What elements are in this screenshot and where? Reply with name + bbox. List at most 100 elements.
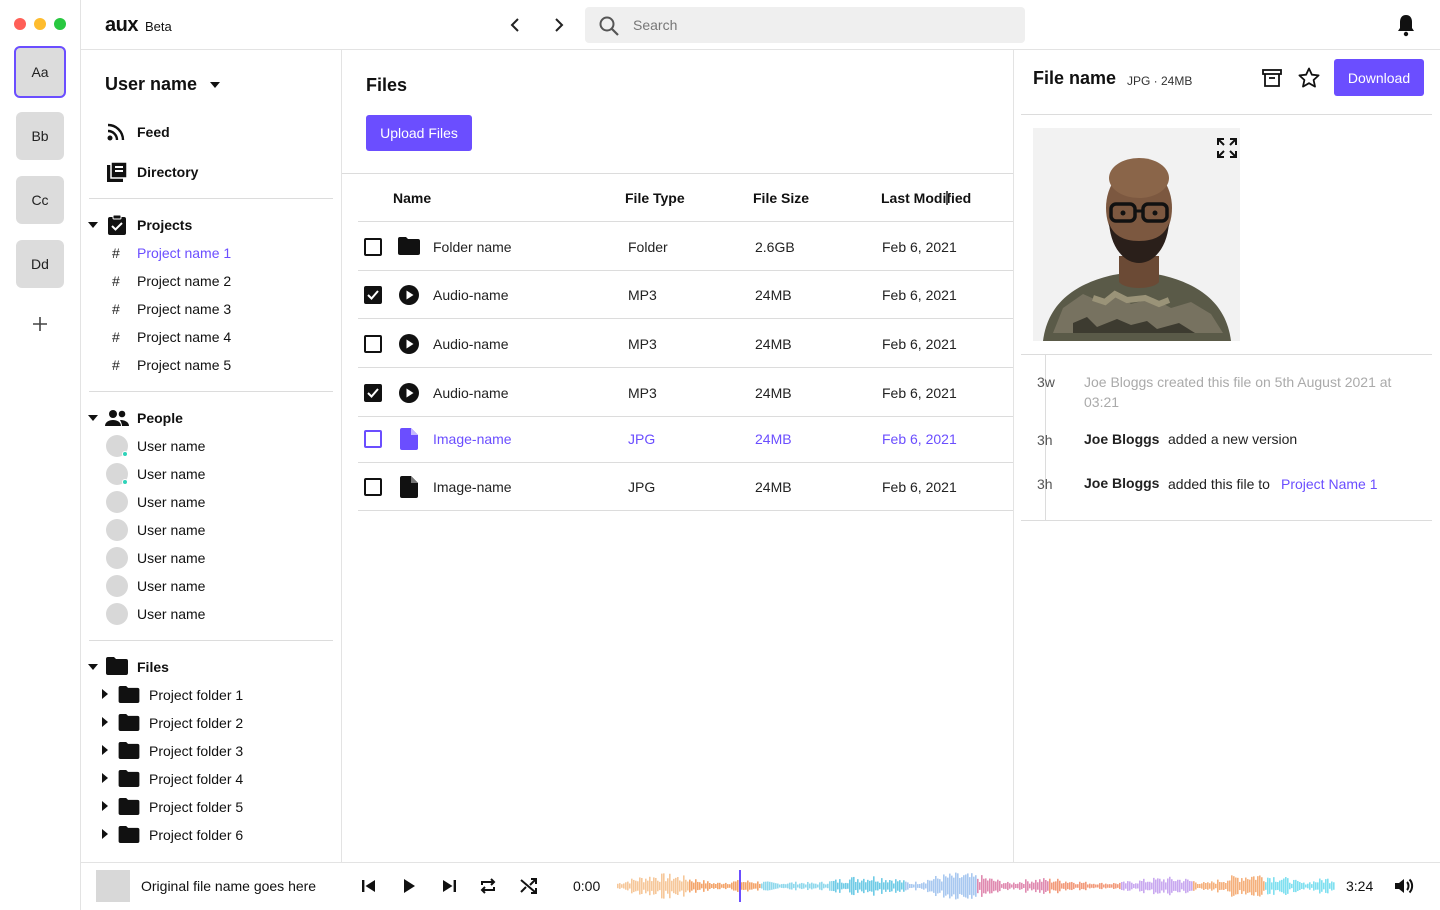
playhead[interactable] xyxy=(739,870,741,902)
waveform-bar xyxy=(729,884,731,888)
sidebar-project-1[interactable]: Project name 1 xyxy=(137,245,231,261)
expand-caret-icon[interactable] xyxy=(102,717,108,727)
sidebar-project-2[interactable]: Project name 2 xyxy=(137,273,231,289)
expand-caret-icon[interactable] xyxy=(102,801,108,811)
activity-actor[interactable]: Joe Bloggs xyxy=(1084,431,1159,447)
collapse-caret-icon[interactable] xyxy=(88,414,98,422)
waveform-bar xyxy=(977,878,979,894)
sidebar-person[interactable]: User name xyxy=(137,606,205,622)
waveform-bar xyxy=(1037,882,1039,890)
sidebar-person[interactable]: User name xyxy=(137,438,205,454)
add-workspace-icon[interactable] xyxy=(30,314,50,334)
archive-icon[interactable] xyxy=(1261,67,1283,89)
people-heading[interactable]: People xyxy=(137,410,183,426)
download-button[interactable]: Download xyxy=(1334,59,1424,96)
row-checkbox[interactable] xyxy=(364,478,382,496)
repeat-icon[interactable] xyxy=(478,876,498,896)
row-name[interactable]: Image-name xyxy=(433,479,512,495)
row-name[interactable]: Audio-name xyxy=(433,287,509,303)
play-circle-icon[interactable] xyxy=(398,382,420,404)
sidebar-folder-5[interactable]: Project folder 5 xyxy=(149,799,243,815)
play-icon[interactable] xyxy=(400,877,418,895)
waveform-bar xyxy=(1193,881,1195,891)
sidebar-item-directory[interactable]: Directory xyxy=(137,164,198,180)
column-header-name[interactable]: Name xyxy=(393,190,431,206)
row-checkbox[interactable] xyxy=(364,384,382,402)
notification-bell-icon[interactable] xyxy=(1395,13,1417,37)
sidebar-project-5[interactable]: Project name 5 xyxy=(137,357,231,373)
close-window-button[interactable] xyxy=(14,18,26,30)
expand-caret-icon[interactable] xyxy=(102,829,108,839)
collapse-caret-icon[interactable] xyxy=(88,663,98,671)
row-checkbox[interactable] xyxy=(364,430,382,448)
workspace-aa[interactable]: Aa xyxy=(14,46,66,98)
sidebar-folder-6[interactable]: Project folder 6 xyxy=(149,827,243,843)
row-name[interactable]: Audio-name xyxy=(433,336,509,352)
sidebar-folder-3[interactable]: Project folder 3 xyxy=(149,743,243,759)
star-icon[interactable] xyxy=(1297,66,1321,90)
waveform-bar xyxy=(1261,877,1263,895)
waveform-bar xyxy=(941,881,943,891)
sidebar-person[interactable]: User name xyxy=(137,494,205,510)
row-name[interactable]: Folder name xyxy=(433,239,512,255)
minimize-window-button[interactable] xyxy=(34,18,46,30)
sidebar-person[interactable]: User name xyxy=(137,522,205,538)
upload-files-button[interactable]: Upload Files xyxy=(366,115,472,151)
sidebar-folder-2[interactable]: Project folder 2 xyxy=(149,715,243,731)
waveform-bar xyxy=(905,881,907,891)
sidebar-folder-4[interactable]: Project folder 4 xyxy=(149,771,243,787)
expand-caret-icon[interactable] xyxy=(102,689,108,699)
waveform-bar xyxy=(1151,882,1153,890)
caret-down-icon[interactable] xyxy=(209,81,221,89)
row-checkbox[interactable] xyxy=(364,335,382,353)
collapse-caret-icon[interactable] xyxy=(88,221,98,229)
workspace-bb[interactable]: Bb xyxy=(16,112,64,160)
back-chevron-icon[interactable] xyxy=(504,14,526,36)
avatar xyxy=(106,547,128,569)
row-checkbox[interactable] xyxy=(364,286,382,304)
waveform-bar xyxy=(717,882,719,890)
play-circle-icon[interactable] xyxy=(398,284,420,306)
sidebar-project-4[interactable]: Project name 4 xyxy=(137,329,231,345)
play-circle-icon[interactable] xyxy=(398,333,420,355)
waveform-bar xyxy=(791,882,793,890)
forward-chevron-icon[interactable] xyxy=(548,14,570,36)
shuffle-icon[interactable] xyxy=(519,876,539,896)
avatar xyxy=(106,603,128,625)
sidebar-item-feed[interactable]: Feed xyxy=(137,124,170,140)
skip-forward-icon[interactable] xyxy=(440,877,458,895)
workspace-cc[interactable]: Cc xyxy=(16,176,64,224)
waveform-bar xyxy=(771,882,773,890)
waveform-bar xyxy=(861,880,863,892)
row-name[interactable]: Image-name xyxy=(433,431,512,447)
activity-actor[interactable]: Joe Bloggs xyxy=(1084,475,1159,491)
sidebar-person[interactable]: User name xyxy=(137,550,205,566)
volume-icon[interactable] xyxy=(1393,875,1415,897)
waveform-scrubber[interactable] xyxy=(617,870,1335,902)
sidebar-person[interactable]: User name xyxy=(137,466,205,482)
column-resize-handle[interactable] xyxy=(946,191,948,205)
column-header-size[interactable]: File Size xyxy=(753,190,809,206)
workspace-dd[interactable]: Dd xyxy=(16,240,64,288)
expand-caret-icon[interactable] xyxy=(102,745,108,755)
expand-caret-icon[interactable] xyxy=(102,773,108,783)
activity-project-link[interactable]: Project Name 1 xyxy=(1281,476,1377,492)
column-header-type[interactable]: File Type xyxy=(625,190,685,206)
waveform-bar xyxy=(765,881,767,891)
projects-heading[interactable]: Projects xyxy=(137,217,192,233)
maximize-window-button[interactable] xyxy=(54,18,66,30)
expand-icon[interactable] xyxy=(1216,137,1238,159)
user-menu-label[interactable]: User name xyxy=(105,74,197,95)
sidebar-folder-1[interactable]: Project folder 1 xyxy=(149,687,243,703)
waveform-bar xyxy=(1245,877,1247,895)
sidebar-person[interactable]: User name xyxy=(137,578,205,594)
sidebar-project-3[interactable]: Project name 3 xyxy=(137,301,231,317)
files-heading[interactable]: Files xyxy=(137,659,169,675)
row-name[interactable]: Audio-name xyxy=(433,385,509,401)
waveform-bar xyxy=(1223,881,1225,891)
column-header-modified[interactable]: Last Modified xyxy=(881,190,971,206)
waveform-bar xyxy=(877,881,879,891)
row-checkbox[interactable] xyxy=(364,238,382,256)
folder-icon xyxy=(118,798,140,815)
skip-back-icon[interactable] xyxy=(360,877,378,895)
